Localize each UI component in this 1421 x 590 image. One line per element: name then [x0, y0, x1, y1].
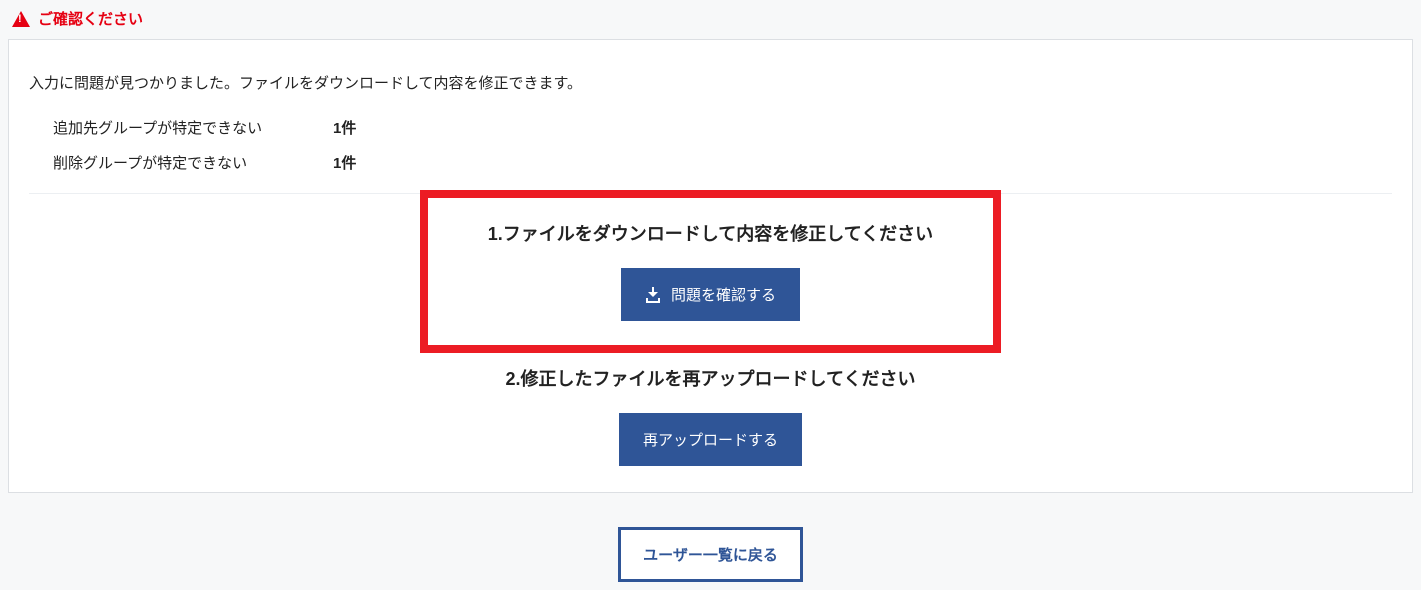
error-label: 追加先グループが特定できない [53, 117, 333, 138]
error-row: 追加先グループが特定できない 1件 [53, 117, 1392, 138]
back-to-user-list-button-label: ユーザー一覧に戻る [643, 547, 778, 564]
step-2-box: 2.修正したファイルを再アップロードしてください 再アップロードする [29, 365, 1392, 466]
warning-icon [12, 11, 30, 27]
download-icon [645, 287, 661, 303]
step-1-box: 1.ファイルをダウンロードして内容を修正してください 問題を確認する [420, 190, 1001, 353]
error-count: 1件 [333, 117, 356, 138]
error-label: 削除グループが特定できない [53, 152, 333, 173]
error-panel: 入力に問題が見つかりました。ファイルをダウンロードして内容を修正できます。 追加… [8, 39, 1413, 493]
error-list: 追加先グループが特定できない 1件 削除グループが特定できない 1件 [29, 117, 1392, 194]
alert-heading-text: ご確認ください [38, 8, 143, 29]
reupload-button-label: 再アップロードする [643, 429, 778, 450]
step-2-heading: 2.修正したファイルを再アップロードしてください [29, 365, 1392, 391]
intro-text: 入力に問題が見つかりました。ファイルをダウンロードして内容を修正できます。 [29, 72, 1392, 93]
back-to-user-list-button[interactable]: ユーザー一覧に戻る [618, 527, 803, 582]
error-row: 削除グループが特定できない 1件 [53, 152, 1392, 173]
check-problems-button[interactable]: 問題を確認する [621, 268, 800, 321]
reupload-button[interactable]: 再アップロードする [619, 413, 802, 466]
alert-heading: ご確認ください [8, 8, 1413, 29]
check-problems-button-label: 問題を確認する [671, 284, 776, 305]
step-1-heading: 1.ファイルをダウンロードして内容を修正してください [488, 220, 933, 246]
error-count: 1件 [333, 152, 356, 173]
